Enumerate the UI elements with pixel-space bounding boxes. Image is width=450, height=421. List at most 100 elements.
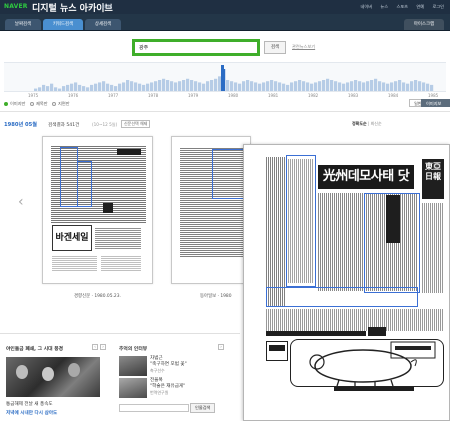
timeline-bar[interactable] [382, 82, 386, 91]
timeline-bar[interactable] [338, 82, 342, 91]
profile-search-button[interactable]: 인물검색 [190, 403, 216, 413]
paper-filter-button[interactable]: 신문선택 해제 [121, 120, 151, 128]
timeline-bar[interactable] [406, 83, 410, 91]
timeline-bar[interactable] [66, 84, 70, 91]
timeline-bar[interactable] [378, 81, 382, 91]
interview-item[interactable]: 차범근 "축구하면 모범 꽃" 축구선수 [150, 356, 187, 374]
interview-section-title[interactable]: 추억의 인터뷰 [119, 345, 147, 352]
timeline-bar[interactable] [246, 80, 250, 91]
story-section-title[interactable]: 야인돌금 폐쇄, 그 시대 풍경 [6, 345, 63, 352]
timeline-year-label[interactable]: 1976 [68, 93, 78, 98]
timeline-bar[interactable] [318, 81, 322, 91]
timeline-bar[interactable] [282, 83, 286, 91]
timeline-bar[interactable] [210, 80, 214, 91]
timeline-selection-marker[interactable] [221, 65, 224, 91]
timeline-bar[interactable] [402, 82, 406, 91]
timeline-bar[interactable] [226, 80, 230, 91]
timeline-year-label[interactable]: 1979 [188, 93, 198, 98]
timeline-bar[interactable] [362, 82, 366, 91]
timeline-bar[interactable] [58, 88, 62, 91]
my-scrap-button[interactable]: 마이스크랩 [404, 19, 444, 30]
timeline-bar[interactable] [102, 81, 106, 91]
tab-date-search[interactable]: 날짜검색 [5, 19, 41, 30]
timeline-bar[interactable] [194, 81, 198, 91]
timeline-bar[interactable] [322, 80, 326, 91]
app-title[interactable]: 디지털 뉴스 아카이브 [32, 1, 113, 14]
timeline-bar[interactable] [162, 78, 166, 91]
timeline-bar[interactable] [198, 82, 202, 91]
interview-photo[interactable] [119, 378, 147, 398]
timeline-bar[interactable] [262, 82, 266, 91]
timeline-bar[interactable] [386, 83, 390, 91]
timeline-bar[interactable] [230, 81, 234, 91]
top-link-naver[interactable]: 네이버 [361, 4, 373, 9]
tab-keyword-search[interactable]: 키워드검색 [43, 19, 83, 30]
timeline-bar[interactable] [70, 83, 74, 91]
timeline-bar[interactable] [158, 80, 162, 91]
timeline-bar[interactable] [142, 84, 146, 91]
timeline-bar[interactable] [366, 81, 370, 91]
timeline-bar[interactable] [306, 82, 310, 91]
timeline-bar[interactable] [166, 80, 170, 91]
filter-page-only[interactable]: 지면만 [52, 101, 70, 107]
naver-logo[interactable]: NAVER [4, 3, 28, 10]
timeline-bar[interactable] [178, 81, 182, 91]
top-link-login[interactable]: 로그인 [432, 4, 444, 9]
filter-title-only[interactable]: 제목만 [30, 101, 48, 107]
story-photo[interactable] [6, 357, 100, 397]
timeline-bar[interactable] [290, 82, 294, 91]
timeline-bar[interactable] [50, 83, 54, 91]
timeline-bar[interactable] [358, 81, 362, 91]
timeline-bar[interactable] [422, 82, 426, 91]
timeline-bar[interactable] [86, 87, 90, 91]
timeline-bar[interactable] [38, 87, 42, 91]
timeline-bar[interactable] [430, 84, 434, 91]
timeline-bar[interactable] [130, 81, 134, 91]
timeline-bar[interactable] [270, 80, 274, 91]
chevron-right-icon[interactable]: › [100, 344, 106, 350]
timeline-bar[interactable] [138, 83, 142, 91]
timeline-bar[interactable] [334, 81, 338, 91]
timeline-bar[interactable] [202, 83, 206, 91]
tab-detail-search[interactable]: 상세검색 [85, 19, 121, 30]
timeline-bar[interactable] [106, 83, 110, 91]
timeline-bar[interactable] [390, 82, 394, 91]
timeline-bar[interactable] [110, 84, 114, 91]
top-link-entertainment[interactable]: 연예 [416, 4, 424, 9]
newspaper-thumbnail[interactable] [171, 136, 251, 284]
timeline-chart[interactable] [4, 62, 446, 92]
timeline-bar[interactable] [326, 78, 330, 91]
timeline-bar[interactable] [242, 81, 246, 91]
timeline-bar[interactable] [174, 82, 178, 91]
profile-search-input[interactable] [119, 404, 189, 412]
timeline-bar[interactable] [218, 76, 222, 91]
timeline-bar[interactable] [234, 82, 238, 91]
sort-accuracy[interactable]: 정확도순 [352, 121, 367, 126]
timeline-bar[interactable] [190, 80, 194, 91]
story-headline[interactable]: 저녁에 시내만 다시 삼아도 [6, 410, 57, 416]
timeline-bar[interactable] [54, 87, 58, 91]
timeline-bar[interactable] [98, 82, 102, 91]
timeline-bar[interactable] [354, 80, 358, 91]
timeline-bar[interactable] [274, 81, 278, 91]
timeline-bar[interactable] [238, 83, 242, 91]
timeline-bar[interactable] [186, 78, 190, 91]
timeline-bar[interactable] [266, 81, 270, 91]
timeline-bar[interactable] [42, 84, 46, 91]
interview-photo[interactable] [119, 356, 147, 376]
timeline-bar[interactable] [414, 80, 418, 91]
timeline-year-label[interactable]: 1981 [268, 93, 278, 98]
timeline-bar[interactable] [314, 82, 318, 91]
chevron-left-icon[interactable]: ‹ [92, 344, 98, 350]
timeline-bar[interactable] [62, 86, 66, 91]
search-input[interactable] [135, 42, 257, 53]
timeline-year-label[interactable]: 1975 [28, 93, 38, 98]
top-link-sports[interactable]: 스포츠 [396, 4, 408, 9]
timeline-year-label[interactable]: 1980 [228, 93, 238, 98]
newspaper-preview[interactable]: 光州데모사태 닷새째 東亞日報 [243, 144, 450, 421]
timeline-bar[interactable] [286, 84, 290, 91]
timeline-bar[interactable] [250, 81, 254, 91]
timeline-bar[interactable] [330, 80, 334, 91]
timeline-bar[interactable] [46, 86, 50, 91]
story-caption[interactable]: 통금해제 전날 새 풍속도 [6, 401, 53, 407]
